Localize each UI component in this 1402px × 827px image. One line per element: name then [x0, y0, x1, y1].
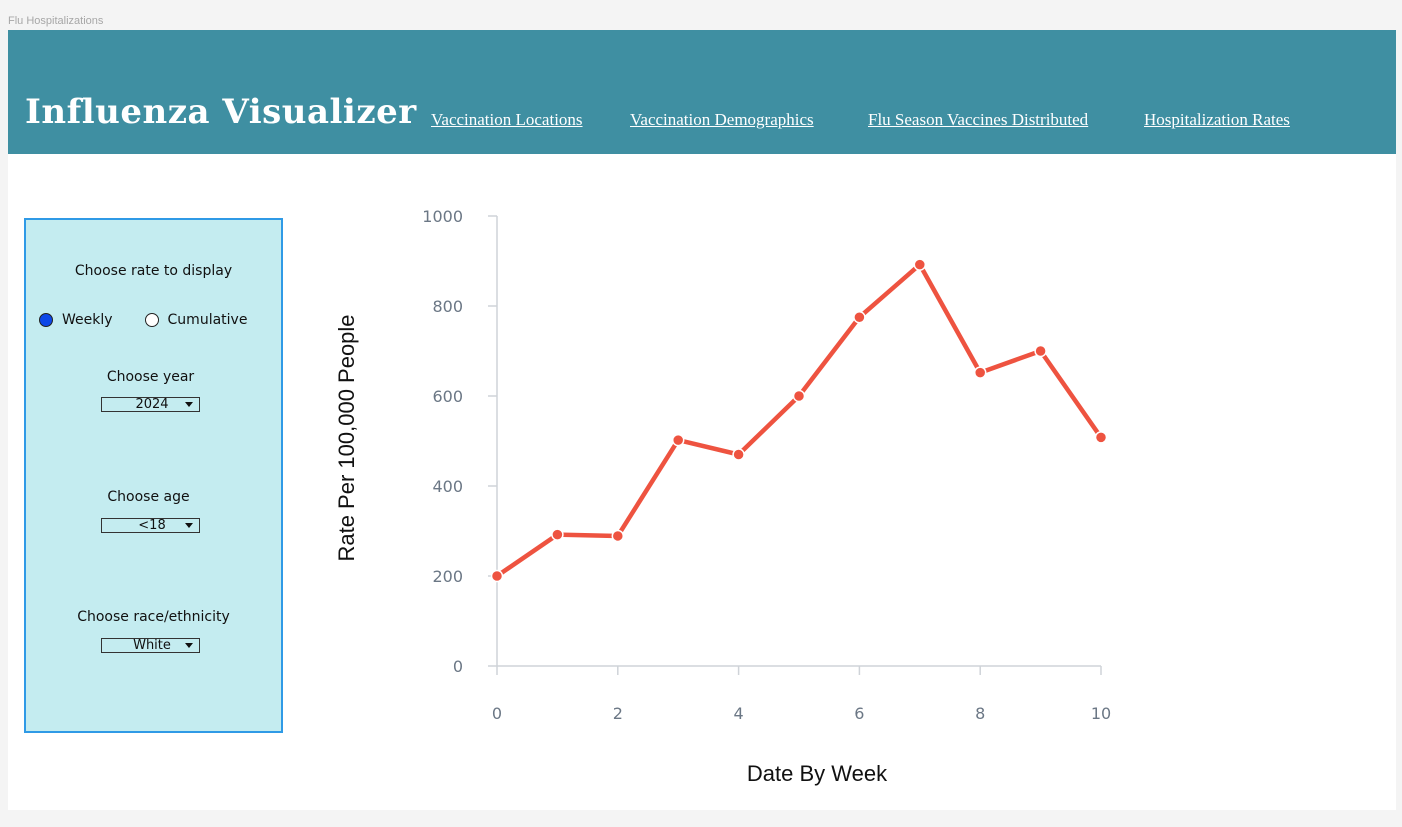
y-tick-label: 800: [432, 297, 463, 316]
data-point[interactable]: [1094, 431, 1108, 444]
data-point[interactable]: [611, 529, 625, 543]
x-tick-label: 6: [854, 704, 864, 723]
data-point[interactable]: [490, 569, 504, 583]
data-point[interactable]: [792, 389, 806, 403]
data-point[interactable]: [913, 258, 927, 271]
x-axis-label: Date By Week: [747, 761, 888, 786]
data-point[interactable]: [1034, 344, 1047, 358]
series-line: [494, 262, 1104, 579]
y-tick-label: 0: [453, 657, 463, 676]
x-tick-label: 10: [1091, 704, 1111, 723]
data-point[interactable]: [551, 528, 564, 541]
y-tick-label: 200: [432, 567, 463, 586]
data-point[interactable]: [973, 366, 987, 379]
data-point[interactable]: [853, 311, 866, 324]
data-point[interactable]: [732, 448, 745, 461]
y-tick-label: 1000: [422, 207, 463, 226]
y-axis-label: Rate Per 100,000 People: [334, 314, 359, 561]
hospitalization-rate-chart: 0 200 400 600 800 1000 0 2 4 6 8 10 Date By Week Rate…: [334, 207, 1111, 786]
app-frame: Influenza Visualizer Vaccination Locatio…: [8, 30, 1396, 810]
x-tick-label: 8: [975, 704, 985, 723]
x-tick-label: 0: [492, 704, 502, 723]
x-tick-label: 2: [613, 704, 623, 723]
data-point[interactable]: [671, 433, 685, 447]
page-tab-label: Flu Hospitalizations: [8, 15, 104, 27]
y-tick-label: 600: [432, 387, 463, 406]
y-tick-label: 400: [432, 477, 463, 496]
x-tick-label: 4: [734, 704, 744, 723]
